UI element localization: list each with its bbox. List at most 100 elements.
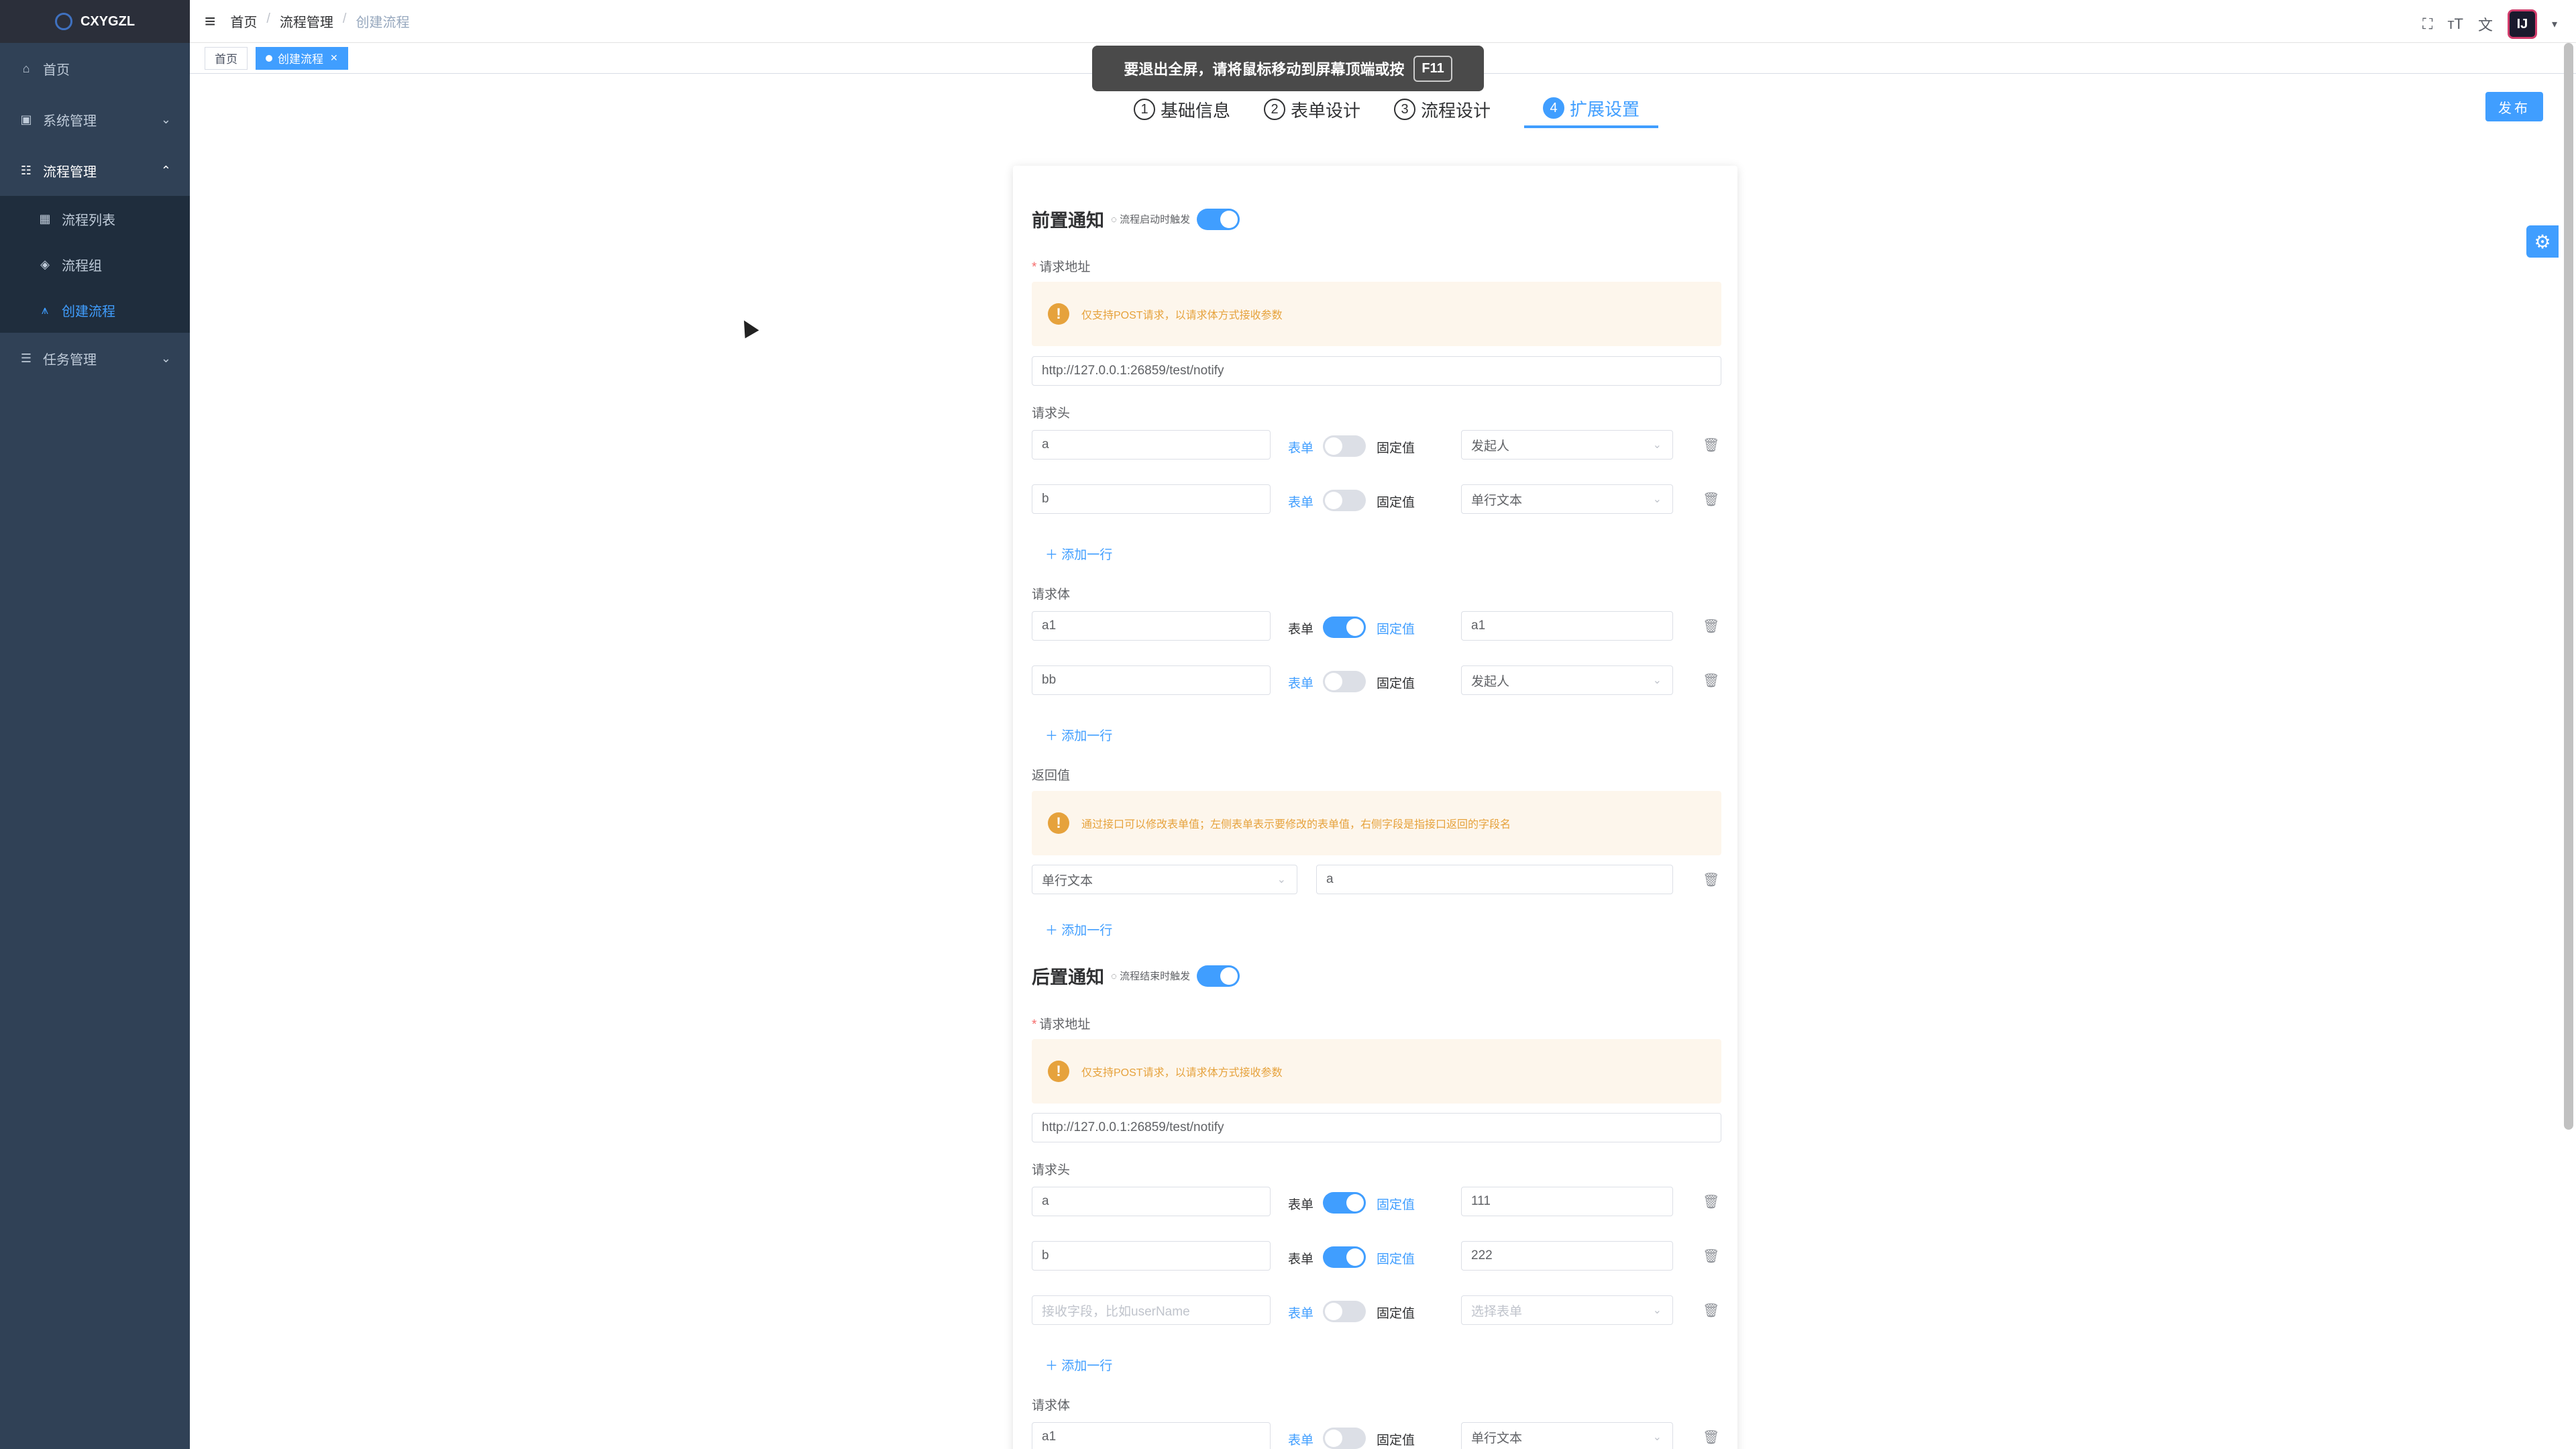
toast-key: F11 xyxy=(1413,55,1452,82)
select-value: 单行文本 xyxy=(1042,873,1093,888)
top-navbar: ≡ 首页 / 流程管理 / 创建流程 ⛶ ᴛT 文 IJ ▾ xyxy=(190,0,2576,43)
pre-url-input[interactable]: http://127.0.0.1:26859/test/notify xyxy=(1032,356,1721,386)
process-submenu: ▦ 流程列表 ◈ 流程组 ⩚ 创建流程 xyxy=(0,196,190,333)
step-label: 表单设计 xyxy=(1291,100,1361,121)
gear-icon[interactable]: ⚙ xyxy=(2526,225,2559,258)
step-process-design[interactable]: 3 流程设计 xyxy=(1394,91,1491,128)
pre-notify-switch[interactable] xyxy=(1197,208,1240,230)
add-body-row-button[interactable]: ＋ 添加一行 xyxy=(1045,726,1112,744)
tag-create-process[interactable]: 创建流程 ✕ xyxy=(256,46,348,70)
body-value-select[interactable]: 单行文本 ⌄ xyxy=(1461,1422,1673,1449)
header-key-input[interactable]: 接收字段，比如userName xyxy=(1032,1295,1271,1325)
form-label[interactable]: 表单 xyxy=(1288,438,1313,456)
publish-button[interactable]: 发布 xyxy=(2485,92,2543,121)
sidebar-item-label: 流程组 xyxy=(62,258,102,274)
post-url-label: * 请求地址 xyxy=(1032,1018,1091,1032)
fullscreen-icon[interactable]: ⛶ xyxy=(2422,15,2432,33)
body-key-input[interactable]: a1 xyxy=(1032,1422,1271,1449)
fixed-value-switch[interactable] xyxy=(1323,616,1366,638)
fixed-value-switch[interactable] xyxy=(1323,1246,1366,1268)
step-number: 1 xyxy=(1134,99,1155,120)
body-key-input[interactable]: a1 xyxy=(1032,611,1271,641)
step-basic-info[interactable]: 1 基础信息 xyxy=(1134,91,1230,128)
tag-home[interactable]: 首页 xyxy=(205,46,248,70)
warning-icon: ! xyxy=(1048,1061,1069,1082)
add-header-row-button[interactable]: ＋ 添加一行 xyxy=(1045,545,1112,563)
sidebar: CXYGZL ⌂ 首页 ▣ 系统管理 ⌄ ☷ 流程管理 ⌃ ▦ 流程列表 ◈ 流… xyxy=(0,0,190,1449)
delete-icon[interactable]: 🗑 xyxy=(1703,437,1719,453)
select-value: 发起人 xyxy=(1471,439,1510,453)
body-key-input[interactable]: bb xyxy=(1032,665,1271,695)
breadcrumb-home[interactable]: 首页 xyxy=(230,11,257,31)
sidebar-item-home[interactable]: ⌂ 首页 xyxy=(0,43,190,94)
sidebar-item-process-group[interactable]: ◈ 流程组 xyxy=(0,241,190,287)
post-notify-switch[interactable] xyxy=(1197,965,1240,987)
sidebar-item-label: 首页 xyxy=(43,62,70,78)
form-label[interactable]: 表单 xyxy=(1288,1249,1313,1267)
sidebar-item-task[interactable]: ☰ 任务管理 ⌄ xyxy=(0,333,190,384)
chevron-down-icon[interactable]: ▾ xyxy=(2552,17,2557,31)
scrollbar[interactable] xyxy=(2564,43,2573,1130)
delete-icon[interactable]: 🗑 xyxy=(1703,491,1719,508)
header-value-select[interactable]: 发起人 ⌄ xyxy=(1461,430,1673,460)
fixed-value-switch[interactable] xyxy=(1323,1428,1366,1449)
font-size-icon[interactable]: ᴛT xyxy=(2447,15,2463,33)
body-value-select[interactable]: 发起人 ⌄ xyxy=(1461,665,1673,695)
sidebar-item-process[interactable]: ☷ 流程管理 ⌃ xyxy=(0,145,190,196)
tag-label: 创建流程 xyxy=(278,53,323,66)
post-url-input[interactable]: http://127.0.0.1:26859/test/notify xyxy=(1032,1113,1721,1142)
sidebar-item-process-list[interactable]: ▦ 流程列表 xyxy=(0,196,190,241)
delete-icon[interactable]: 🗑 xyxy=(1703,618,1719,635)
body-value-input[interactable]: a1 xyxy=(1461,611,1673,641)
select-placeholder: 选择表单 xyxy=(1471,1304,1523,1319)
header-key-input[interactable]: a xyxy=(1032,430,1271,460)
avatar[interactable]: IJ xyxy=(2507,9,2537,39)
chevron-down-icon: ⌄ xyxy=(160,351,171,365)
delete-icon[interactable]: 🗑 xyxy=(1703,1248,1719,1265)
form-label[interactable]: 表单 xyxy=(1288,1195,1313,1213)
form-label[interactable]: 表单 xyxy=(1288,1303,1313,1322)
add-header-row-button[interactable]: ＋ 添加一行 xyxy=(1045,1356,1112,1374)
delete-icon[interactable]: 🗑 xyxy=(1703,672,1719,689)
chevron-down-icon: ⌄ xyxy=(1652,494,1662,505)
logo-icon xyxy=(54,13,72,30)
add-row-label: 添加一行 xyxy=(1061,1359,1113,1373)
return-field-select[interactable]: 单行文本 ⌄ xyxy=(1032,865,1297,894)
form-label[interactable]: 表单 xyxy=(1288,619,1313,637)
header-value-select[interactable]: 选择表单 ⌄ xyxy=(1461,1295,1673,1325)
breadcrumb-separator: / xyxy=(342,11,347,26)
fixed-value-switch[interactable] xyxy=(1323,490,1366,511)
return-value-input[interactable]: a xyxy=(1316,865,1673,894)
delete-icon[interactable]: 🗑 xyxy=(1703,871,1719,888)
header-key-input[interactable]: b xyxy=(1032,1241,1271,1271)
form-label[interactable]: 表单 xyxy=(1288,492,1313,511)
sidebar-item-system[interactable]: ▣ 系统管理 ⌄ xyxy=(0,94,190,145)
sidebar-item-create-process[interactable]: ⩚ 创建流程 xyxy=(0,287,190,333)
delete-icon[interactable]: 🗑 xyxy=(1703,1193,1719,1210)
grid-icon: ▦ xyxy=(39,211,51,225)
fixed-value-switch[interactable] xyxy=(1323,435,1366,457)
breadcrumb-process[interactable]: 流程管理 xyxy=(280,11,333,31)
step-form-design[interactable]: 2 表单设计 xyxy=(1264,91,1360,128)
translate-icon[interactable]: 文 xyxy=(2478,13,2493,35)
fixed-value-switch[interactable] xyxy=(1323,1192,1366,1214)
post-alert: ! 仅支持POST请求，以请求体方式接收参数 xyxy=(1032,1039,1721,1104)
chevron-down-icon: ⌄ xyxy=(160,112,171,126)
fixed-value-switch[interactable] xyxy=(1323,671,1366,692)
header-key-input[interactable]: a xyxy=(1032,1187,1271,1216)
delete-icon[interactable]: 🗑 xyxy=(1703,1429,1719,1446)
header-value-select[interactable]: 单行文本 ⌄ xyxy=(1461,484,1673,514)
delete-icon[interactable]: 🗑 xyxy=(1703,1302,1719,1319)
header-key-input[interactable]: b xyxy=(1032,484,1271,514)
form-label[interactable]: 表单 xyxy=(1288,1430,1313,1448)
close-icon[interactable]: ✕ xyxy=(330,52,338,64)
return-label: 返回值 xyxy=(1032,769,1071,783)
form-label[interactable]: 表单 xyxy=(1288,674,1313,692)
add-return-row-button[interactable]: ＋ 添加一行 xyxy=(1045,920,1112,938)
task-icon: ☰ xyxy=(20,351,32,365)
step-extended-settings[interactable]: 4 扩展设置 xyxy=(1524,91,1659,128)
header-value-input[interactable]: 111 xyxy=(1461,1187,1673,1216)
hamburger-icon[interactable]: ≡ xyxy=(205,11,215,32)
header-value-input[interactable]: 222 xyxy=(1461,1241,1673,1271)
fixed-value-switch[interactable] xyxy=(1323,1301,1366,1322)
